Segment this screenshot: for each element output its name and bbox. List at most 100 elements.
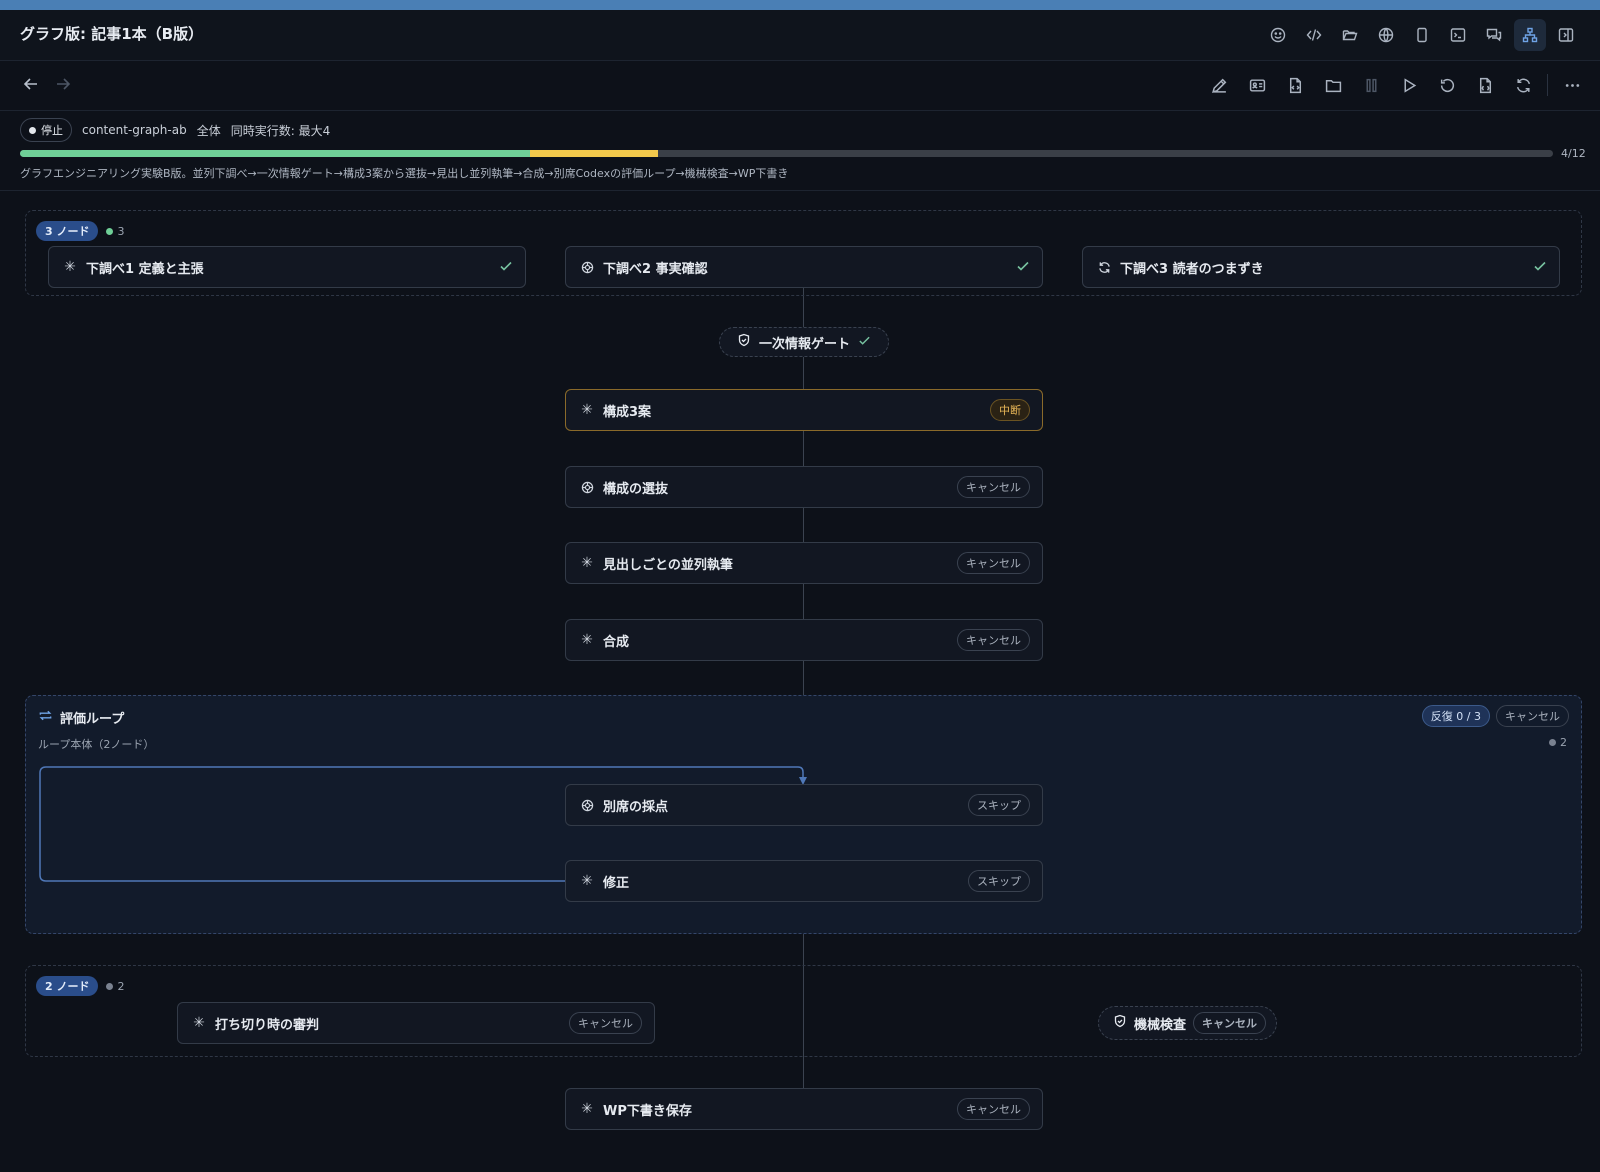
pause-icon[interactable] — [1355, 69, 1387, 101]
node-external-scoring[interactable]: 別席の採点 スキップ — [565, 784, 1043, 826]
globe-icon[interactable] — [1370, 19, 1402, 51]
sidebar-icon[interactable] — [1550, 19, 1582, 51]
group-node-count-badge: 3 ノード — [36, 221, 99, 241]
status-badge: キャンセル — [957, 1098, 1030, 1120]
back-arrow-icon[interactable] — [22, 75, 40, 97]
status-badge: キャンセル — [569, 1012, 642, 1034]
status-row: 停止 content-graph-ab 全体 同時実行数: 最大4 — [20, 118, 330, 142]
gate-node-primary-info[interactable]: 一次情報ゲート — [719, 327, 889, 357]
terminal-icon[interactable] — [1442, 19, 1474, 51]
run-state-dot — [29, 126, 36, 134]
graph-icon[interactable] — [1514, 19, 1546, 51]
group-header: 2 ノード 2 — [36, 976, 124, 996]
scope-label: 全体 — [196, 123, 221, 138]
chat-icon[interactable] — [1478, 19, 1510, 51]
loop-title: 評価ループ — [60, 712, 125, 727]
shield-icon — [1113, 1014, 1127, 1032]
undo-icon[interactable] — [1431, 69, 1463, 101]
claude-asterisk-icon: ✳ — [193, 1015, 205, 1031]
claude-asterisk-icon: ✳ — [64, 259, 76, 275]
loop-count-value: 2 — [1560, 736, 1567, 749]
group-header: 3 ノード 3 — [36, 221, 124, 241]
phone-icon[interactable] — [1406, 19, 1438, 51]
group-count-value: 2 — [117, 979, 125, 993]
progress-label: 4/12 — [1561, 147, 1586, 160]
group-done-count: 3 — [106, 225, 124, 238]
folder-icon[interactable] — [1317, 69, 1349, 101]
done-dot — [106, 227, 114, 235]
loop-status-area: 反復 0 / 3 キャンセル — [1421, 705, 1569, 727]
node-synthesis[interactable]: ✳ 合成 キャンセル — [565, 619, 1043, 661]
shield-icon — [737, 333, 751, 351]
node-machine-check[interactable]: 機械検査 キャンセル — [1098, 1006, 1278, 1040]
run-state-label: 停止 — [41, 124, 63, 137]
node-label: 機械検査 — [1134, 1017, 1187, 1033]
window-top-strip — [0, 0, 1600, 10]
pencil-icon[interactable] — [1203, 69, 1235, 101]
loop-count: 2 — [1549, 736, 1567, 749]
node-label: 下調べ2 事実確認 — [603, 261, 708, 277]
node-research-2[interactable]: 下調べ2 事実確認 — [565, 246, 1043, 288]
code-icon[interactable] — [1298, 19, 1330, 51]
refresh-icon[interactable] — [1507, 69, 1539, 101]
workflow-name: content-graph-ab — [82, 123, 187, 137]
count-dot — [1549, 739, 1556, 746]
more-icon[interactable] — [1556, 69, 1588, 101]
window-title: グラフ版: 記事1本（B版） — [20, 25, 204, 43]
check-icon — [1533, 258, 1547, 277]
status-badge: スキップ — [968, 794, 1030, 816]
node-structure-drafts[interactable]: ✳ 構成3案 中断 — [565, 389, 1043, 431]
claude-asterisk-icon: ✳ — [581, 873, 593, 889]
concurrency-label: 同時実行数: 最大4 — [230, 123, 331, 138]
id-card-icon[interactable] — [1241, 69, 1273, 101]
run-state-badge: 停止 — [20, 118, 72, 142]
group-count: 2 — [106, 980, 124, 993]
status-badge: スキップ — [968, 870, 1030, 892]
progress-interrupted — [530, 150, 658, 157]
loop-icon — [38, 708, 53, 727]
openai-icon — [580, 798, 594, 812]
node-label: 別席の採点 — [603, 799, 669, 815]
node-structure-select[interactable]: 構成の選抜 キャンセル — [565, 466, 1043, 508]
node-label: 構成の選抜 — [603, 481, 669, 497]
loop-status-badge: キャンセル — [1496, 705, 1569, 727]
check-icon — [499, 258, 513, 277]
toolbar-separator — [1547, 74, 1548, 96]
toolbar-icons — [1203, 69, 1588, 101]
node-cutoff-judge[interactable]: ✳ 打ち切り時の審判 キャンセル — [177, 1002, 655, 1044]
node-wp-draft-save[interactable]: ✳ WP下書き保存 キャンセル — [565, 1088, 1043, 1130]
claude-asterisk-icon: ✳ — [581, 632, 593, 648]
claude-asterisk-icon: ✳ — [581, 402, 593, 418]
claude-asterisk-icon: ✳ — [581, 1101, 593, 1117]
openai-icon — [580, 260, 594, 274]
node-research-1[interactable]: ✳ 下調べ1 定義と主張 — [48, 246, 526, 288]
check-icon — [858, 334, 871, 351]
node-revision[interactable]: ✳ 修正 スキップ — [565, 860, 1043, 902]
workflow-description: グラフエンジニアリング実験B版。並列下調べ→一次情報ゲート→構成3案から選抜→見… — [20, 167, 789, 180]
group-done-count-value: 3 — [117, 224, 125, 238]
file-script-icon[interactable] — [1469, 69, 1501, 101]
node-label: 合成 — [603, 634, 630, 650]
node-label: 下調べ1 定義と主張 — [86, 261, 204, 277]
node-label: 打ち切り時の審判 — [215, 1017, 320, 1033]
folder-open-icon[interactable] — [1334, 19, 1366, 51]
status-badge: キャンセル — [957, 476, 1030, 498]
titlebar-icons — [1262, 19, 1582, 51]
play-icon[interactable] — [1393, 69, 1425, 101]
loop-subtitle: ループ本体（2ノード） — [38, 738, 155, 751]
progress-bar — [20, 150, 1553, 157]
file-code-icon[interactable] — [1279, 69, 1311, 101]
node-research-3[interactable]: 下調べ3 読者のつまずき — [1082, 246, 1560, 288]
cycle-icon — [1097, 260, 1111, 274]
loop-header: 評価ループ — [38, 708, 124, 727]
node-label: 下調べ3 読者のつまずき — [1120, 261, 1264, 277]
smiley-icon[interactable] — [1262, 19, 1294, 51]
progress-completed — [20, 150, 531, 157]
node-label: 見出しごとの並列執筆 — [603, 557, 733, 573]
forward-arrow-icon[interactable] — [54, 75, 72, 97]
status-badge: キャンセル — [957, 629, 1030, 651]
toolbar — [0, 61, 1600, 111]
status-badge: キャンセル — [957, 552, 1030, 574]
group-node-count-badge: 2 ノード — [36, 976, 99, 996]
node-parallel-writing[interactable]: ✳ 見出しごとの並列執筆 キャンセル — [565, 542, 1043, 584]
